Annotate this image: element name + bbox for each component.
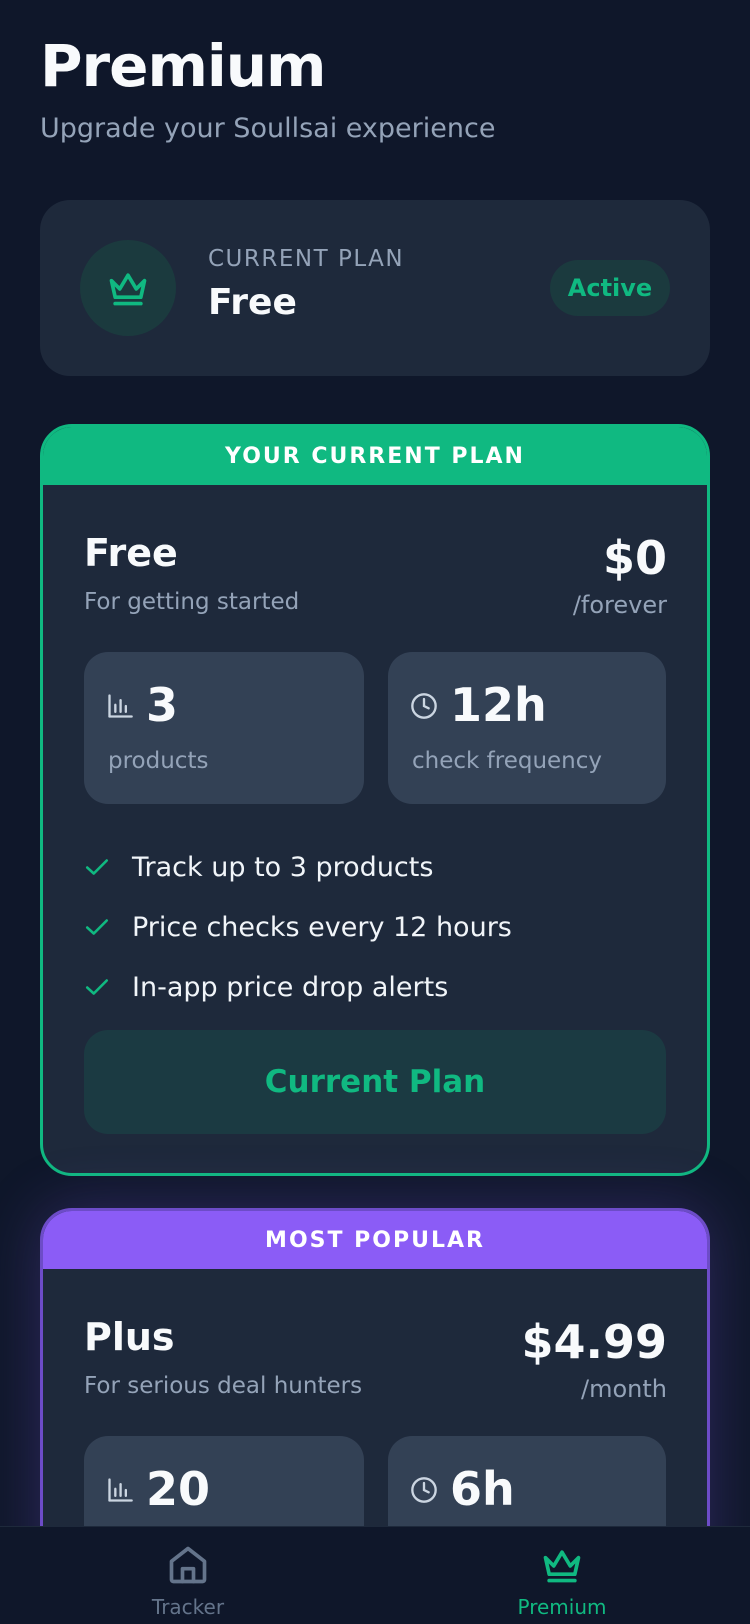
feature-item: Track up to 3 products [84,837,674,897]
premium-screen: Premium Upgrade your Soullsai experience… [0,0,750,1624]
plan-ribbon: YOUR CURRENT PLAN [43,427,707,485]
nav-label: Premium [517,1595,607,1619]
clock-icon [411,693,437,719]
nav-label: Tracker [151,1595,225,1619]
stat-value: 12h [450,678,547,732]
plan-description: For getting started [84,589,300,615]
stat-value: 6h [450,1462,515,1516]
page-title: Premium [40,32,326,100]
bar-chart-icon [108,1478,133,1502]
nav-item-tracker[interactable]: Tracker [88,1527,288,1624]
plan-name: Free [84,531,178,575]
current-plan-label: CURRENT PLAN [208,246,405,272]
feature-text: In-app price drop alerts [132,971,449,1003]
feature-item: Price checks every 12 hours [84,897,674,957]
current-plan-summary-card: CURRENT PLAN Free Active [40,200,710,376]
plan-card-free[interactable]: YOUR CURRENT PLAN Free For getting start… [40,424,710,1176]
plan-description: For serious deal hunters [84,1373,363,1399]
current-plan-button[interactable]: Current Plan [84,1030,666,1134]
stat-label: products [108,748,209,774]
feature-text: Price checks every 12 hours [132,911,512,943]
feature-item: In-app price drop alerts [84,957,674,1017]
bottom-nav: Tracker Premium [0,1526,750,1624]
plan-price: $4.99 [521,1315,667,1369]
current-plan-avatar [80,240,176,336]
current-plan-name: Free [208,282,297,323]
stat-value: 3 [146,678,179,732]
stat-value: 20 [146,1462,211,1516]
page-subtitle: Upgrade your Soullsai experience [40,113,496,144]
status-badge: Active [550,260,670,316]
bar-chart-icon [108,694,133,718]
check-icon [84,973,132,1001]
feature-text: Track up to 3 products [132,851,434,883]
plan-period: /month [581,1375,667,1403]
plan-period: /forever [572,591,667,619]
clock-icon [411,1477,437,1503]
home-icon [169,1546,207,1584]
plan-name: Plus [84,1315,175,1359]
stat-label: check frequency [412,748,603,774]
nav-item-premium[interactable]: Premium [462,1527,662,1624]
stat-check-frequency: 12h check frequency [388,652,666,804]
check-icon [84,853,132,881]
plan-ribbon: MOST POPULAR [43,1211,707,1269]
crown-icon [109,273,147,306]
check-icon [84,913,132,941]
crown-icon [543,1550,581,1583]
stat-products: 3 products [84,652,364,804]
feature-list: Track up to 3 products Price checks ever… [84,837,674,1017]
plan-price: $0 [602,531,667,585]
